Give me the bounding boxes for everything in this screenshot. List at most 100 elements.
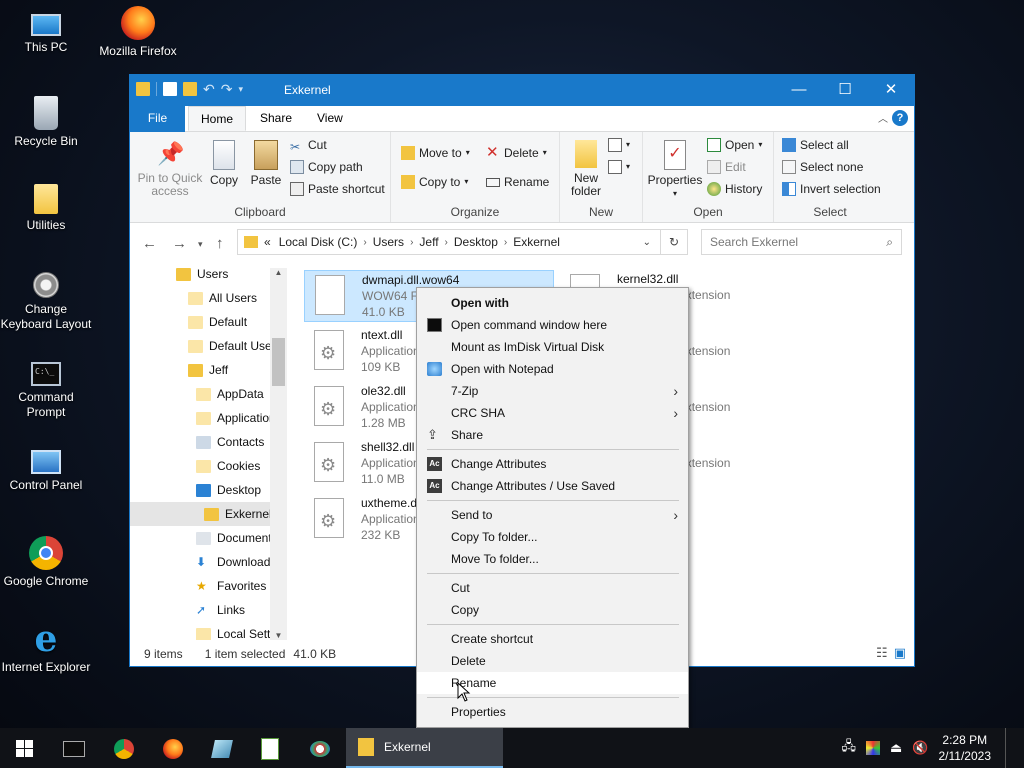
menu-item-mount-imdisk[interactable]: Mount as ImDisk Virtual Disk [417,336,688,358]
usb-icon[interactable]: ⏏ [890,740,902,756]
cut-button[interactable]: ✂ Cut [290,136,327,154]
breadcrumb-jeff[interactable]: Jeff [413,235,444,249]
breadcrumb-desktop[interactable]: Desktop [448,235,504,249]
invert-selection-button[interactable]: Invert selection [782,180,881,198]
tab-home[interactable]: Home [188,106,247,131]
properties-icon[interactable] [163,82,177,96]
maximize-button[interactable]: ☐ [822,75,868,106]
menu-item-open-with[interactable]: Open with [417,292,688,314]
tree-item-exkernel[interactable]: Exkernel [130,502,272,526]
taskbar-chrome[interactable] [100,728,148,768]
tree-item-documents[interactable]: Documents [196,526,278,550]
taskbar-app[interactable] [198,728,246,768]
taskbar-paint[interactable] [296,728,344,768]
desktop-icon-control-panel[interactable]: Control Panel [0,450,92,493]
tree-item-default-user[interactable]: Default User [188,334,276,358]
menu-item-share[interactable]: ⇪ Share [417,424,688,446]
desktop-icon-utilities[interactable]: Utilities [0,184,92,233]
tree-item-links[interactable]: ➚ Links [196,598,245,622]
tree-item-desktop[interactable]: Desktop [196,478,261,502]
menu-item-change-attributes[interactable]: Ac Change Attributes [417,453,688,475]
paste-button[interactable]: Paste [248,140,284,187]
new-folder-icon[interactable] [183,82,197,96]
undo-icon[interactable]: ↶ [203,82,215,96]
breadcrumb-exkernel[interactable]: Exkernel [507,235,566,249]
collapse-ribbon-icon[interactable]: ︿ [878,110,888,125]
taskbar-firefox[interactable] [149,728,197,768]
scroll-down-icon[interactable]: ▼ [270,631,287,640]
menu-item-copy-to-folder[interactable]: Copy To folder... [417,526,688,548]
copy-button[interactable]: Copy [208,140,240,187]
desktop-icon-chrome[interactable]: Google Chrome [0,536,92,589]
refresh-button[interactable]: ↻ [660,229,688,255]
close-button[interactable]: ✕ [868,75,914,106]
rename-button[interactable]: Rename [486,173,549,191]
up-icon[interactable]: ↑ [216,235,224,252]
desktop-icon-firefox[interactable]: Mozilla Firefox [92,6,184,59]
desktop-icon-command-prompt[interactable]: C:\_ Command Prompt [0,362,92,420]
open-button[interactable]: Open ▾ [707,136,762,154]
desktop-icon-recycle-bin[interactable]: Recycle Bin [0,96,92,149]
desktop-icon-keyboard-layout[interactable]: Change Keyboard Layout [0,272,92,332]
taskbar-explorer-exkernel[interactable]: Exkernel [346,728,503,768]
menu-item-create-shortcut[interactable]: Create shortcut [417,628,688,650]
tree-item-all-users[interactable]: All Users [188,286,257,310]
properties-button[interactable]: ✓ Properties ▾ [645,140,705,200]
menu-item-cut[interactable]: Cut [417,577,688,599]
show-desktop-button[interactable] [1005,728,1008,768]
network-icon[interactable]: 🖧 [842,737,857,759]
menu-item-move-to-folder[interactable]: Move To folder... [417,548,688,570]
display-icon[interactable] [866,741,881,755]
tab-view[interactable]: View [305,106,355,131]
pin-quick-access-button[interactable]: 📌 Pin to Quick access [136,140,204,198]
title-bar[interactable]: ↶ ↷ ▾ Exkernel — ☐ ✕ [130,75,914,106]
redo-icon[interactable]: ↷ [221,82,233,96]
history-button[interactable]: History [707,180,762,198]
tab-share[interactable]: Share [248,106,304,131]
tree-item-application[interactable]: Application [196,406,276,430]
breadcrumb-local-disk[interactable]: Local Disk (C:) [273,235,364,249]
delete-button[interactable]: ✕ Delete ▾ [486,144,547,162]
taskbar-notepad[interactable] [246,728,294,768]
tree-item-contacts[interactable]: Contacts [196,430,264,454]
details-view-icon[interactable]: ☷ [876,645,888,661]
move-to-button[interactable]: Move to ▾ [401,144,470,162]
desktop-icon-this-pc[interactable]: This PC [0,8,92,55]
large-icons-view-icon[interactable]: ▣ [894,645,906,661]
menu-item-delete[interactable]: Delete [417,650,688,672]
menu-item-open-with-notepad[interactable]: Open with Notepad [417,358,688,380]
menu-item-properties[interactable]: Properties [417,701,688,723]
tree-item-appdata[interactable]: AppData [196,382,264,406]
menu-item-open-command-window[interactable]: Open command window here [417,314,688,336]
select-none-button[interactable]: Select none [782,158,863,176]
menu-item-send-to[interactable]: Send to › [417,504,688,526]
tree-item-default[interactable]: Default [188,310,247,334]
tree-item-favorites[interactable]: ★ Favorites [196,574,266,598]
volume-muted-icon[interactable]: 🔇 [912,740,928,756]
back-icon[interactable]: ← [142,235,157,252]
copy-to-button[interactable]: Copy to ▾ [401,173,468,191]
recent-locations-icon[interactable]: ▾ [198,239,203,250]
select-all-button[interactable]: Select all [782,136,849,154]
menu-item-change-attributes-saved[interactable]: Ac Change Attributes / Use Saved [417,475,688,497]
forward-icon[interactable]: → [172,235,187,252]
tree-item-users[interactable]: Users [176,262,228,286]
scroll-up-icon[interactable]: ▲ [270,268,287,277]
menu-item-crc-sha[interactable]: CRC SHA › [417,402,688,424]
copy-path-button[interactable]: Copy path [290,158,363,176]
search-input[interactable]: Search Exkernel ⌕ [701,229,902,255]
address-bar[interactable]: « Local Disk (C:) › Users › Jeff › Deskt… [237,229,688,255]
tree-item-local-settings[interactable]: Local Setti [196,622,273,640]
menu-item-7zip[interactable]: 7-Zip › [417,380,688,402]
menu-item-copy[interactable]: Copy [417,599,688,621]
start-button[interactable] [0,728,48,768]
tree-item-downloads[interactable]: ⬇ Downloads [196,550,276,574]
tree-item-cookies[interactable]: Cookies [196,454,260,478]
breadcrumb-users[interactable]: Users [367,235,410,249]
help-icon[interactable]: ? [892,110,908,126]
edit-button[interactable]: Edit [707,158,746,176]
nav-pane-scrollbar[interactable]: ▲ ▼ [270,268,287,640]
address-dropdown-icon[interactable]: ⌄ [643,237,651,248]
scrollbar-thumb[interactable] [272,338,285,386]
minimize-button[interactable]: — [776,75,822,106]
